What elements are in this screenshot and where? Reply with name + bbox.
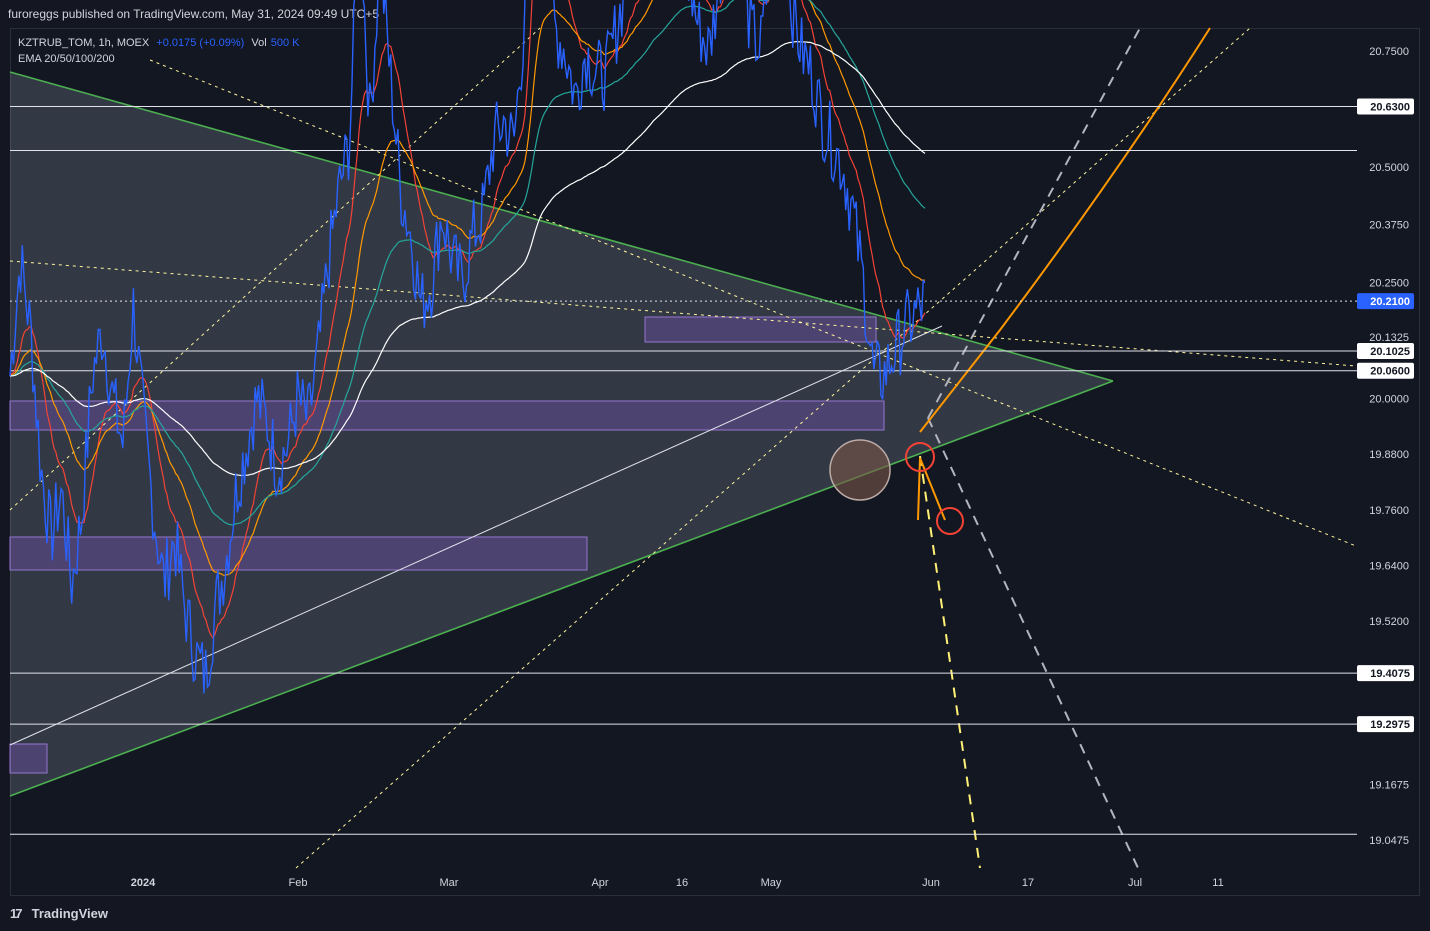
supply-zone-may xyxy=(644,316,877,343)
x-tick-label: Jun xyxy=(922,877,940,889)
chart-drawings xyxy=(9,27,1357,869)
y-tick-label: 20.7500 xyxy=(1369,46,1409,58)
x-tick-label: Apr xyxy=(591,877,608,889)
y-tick-label: 19.7600 xyxy=(1369,505,1409,517)
tradingview-logo-text: TradingView xyxy=(31,906,108,921)
level-price-label: 19.4075 xyxy=(1370,668,1410,680)
y-tick-label: 20.0000 xyxy=(1369,394,1409,406)
demand-zone-jan xyxy=(9,536,588,571)
level-price-label: 19.2975 xyxy=(1370,719,1410,731)
x-tick-label: 16 xyxy=(676,877,688,889)
y-tick-label: 20.1325 xyxy=(1369,332,1409,344)
y-tick-label: 19.5200 xyxy=(1369,616,1409,628)
projection-grey-dashed-down xyxy=(927,417,1139,869)
volume-value: 500 K xyxy=(270,37,300,49)
tradingview-logo[interactable]: 17 TradingView xyxy=(10,906,108,921)
projection-yellow-dashed xyxy=(919,455,981,869)
level-price-label: 20.1025 xyxy=(1370,346,1410,358)
y-tick-label: 19.8800 xyxy=(1369,449,1409,461)
ema-label[interactable]: EMA 20/50/100/200 xyxy=(18,51,303,67)
x-tick-label: May xyxy=(761,877,782,889)
y-tick-label: 20.5000 xyxy=(1369,162,1409,174)
level-price-label: 20.0600 xyxy=(1370,366,1410,378)
level-price-label: 20.6300 xyxy=(1370,102,1410,114)
x-tick-label: 2024 xyxy=(131,877,156,889)
current-price-label: 20.2100 xyxy=(1370,296,1410,308)
y-tick-label: 20.2500 xyxy=(1369,278,1409,290)
x-tick-label: 11 xyxy=(1212,877,1223,889)
y-tick-label: 19.1675 xyxy=(1369,779,1409,791)
y-tick-label: 19.6400 xyxy=(1369,560,1409,572)
triangle-pattern xyxy=(10,72,1113,796)
y-tick-label: 19.0475 xyxy=(1369,835,1409,847)
change-label: +0.0175 (+0.09%) xyxy=(156,37,245,49)
target-marker xyxy=(936,507,964,535)
volume-label: Vol xyxy=(251,37,267,49)
supply-zone-feb xyxy=(9,400,885,431)
footer xyxy=(0,896,1430,931)
breakdown-highlight xyxy=(829,439,891,501)
x-tick-label: 17 xyxy=(1022,877,1034,889)
price-chart[interactable]: 22.250022.000021.750021.500021.250021.12… xyxy=(0,0,1430,931)
demand-zone-low xyxy=(9,743,48,774)
x-tick-label: Jul xyxy=(1128,877,1142,889)
x-tick-label: Feb xyxy=(289,877,308,889)
chart-legend: KZTRUB_TOM, 1h, MOEX +0.0175 (+0.09%) Vo… xyxy=(18,35,303,67)
time-axis[interactable]: 2024 Feb Mar Apr 16 May Jun 17 Jul 11 xyxy=(131,877,1224,889)
price-axis[interactable]: 22.250022.000021.750021.500021.250021.12… xyxy=(1357,0,1414,847)
symbol-label[interactable]: KZTRUB_TOM, 1h, MOEX xyxy=(18,37,149,49)
x-tick-label: Mar xyxy=(440,877,459,889)
y-tick-label: 20.3750 xyxy=(1369,220,1409,232)
tradingview-logo-icon: 17 xyxy=(10,906,22,921)
